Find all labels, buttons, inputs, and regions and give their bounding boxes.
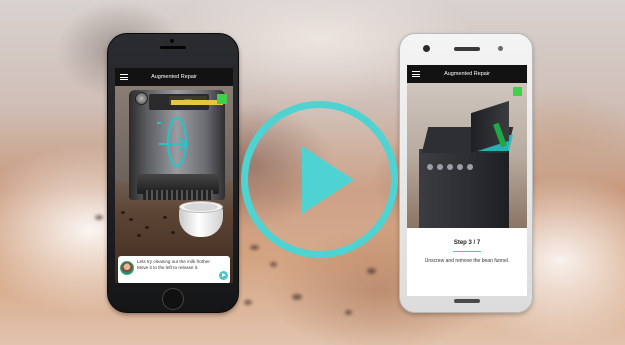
step-divider — [453, 251, 481, 252]
drip-tray — [143, 190, 213, 200]
coffee-bean — [163, 216, 167, 219]
coffee-bean — [137, 234, 141, 237]
ar-label — [171, 100, 223, 105]
earpiece-speaker — [454, 47, 480, 51]
coffee-bean-blur — [250, 245, 259, 250]
front-camera — [170, 39, 174, 43]
home-button[interactable] — [162, 288, 184, 310]
coffee-cup — [179, 201, 229, 241]
coffee-machine: ■■■ — [129, 90, 225, 200]
dial-knob — [135, 92, 148, 105]
coffee-bean-blur — [95, 215, 103, 220]
coffee-bean-blur — [345, 310, 352, 315]
app-bar: Augmented Repair — [407, 65, 527, 83]
machine-buttons — [427, 161, 479, 175]
app-bar: Augmented Repair — [115, 68, 233, 86]
pixel-device: Augmented Repair Step 3 / 7 Unscrew and … — [399, 33, 533, 313]
coffee-machine — [415, 100, 520, 239]
iphone-device: Augmented Repair ■■■ — [107, 33, 239, 313]
app-title: Augmented Repair — [444, 71, 490, 77]
coffee-bean — [121, 211, 125, 214]
coffee-bean-blur — [244, 300, 252, 305]
coffee-bean — [129, 218, 133, 221]
ar-marker-square — [217, 94, 227, 104]
chat-message: Lets try cleaning out the milk frother. … — [137, 259, 211, 270]
step-instruction: Unscrew and remove the bean funnel. — [424, 258, 510, 264]
assistant-avatar — [120, 261, 134, 275]
video-thumbnail[interactable]: Augmented Repair ■■■ — [0, 0, 625, 345]
play-icon[interactable] — [302, 146, 354, 214]
coffee-bean-blur — [292, 294, 302, 300]
coffee-bean — [145, 226, 149, 229]
ar-frother-overlay — [157, 117, 189, 167]
front-camera — [423, 45, 430, 52]
step-card: Step 3 / 7 Unscrew and remove the bean f… — [407, 228, 527, 296]
step-counter: Step 3 / 7 — [453, 240, 481, 246]
play-arrow-icon[interactable] — [219, 271, 228, 280]
coffee-bean — [171, 231, 175, 234]
iphone-screen: Augmented Repair ■■■ — [115, 68, 233, 283]
pixel-screen: Augmented Repair Step 3 / 7 Unscrew and … — [407, 65, 527, 296]
assistant-chat-bubble: Lets try cleaning out the milk frother. … — [118, 256, 230, 283]
coffee-bean-blur — [270, 262, 277, 267]
ar-camera-view — [407, 83, 527, 239]
ar-camera-view: ■■■ — [115, 86, 233, 283]
app-title: Augmented Repair — [151, 74, 197, 80]
coffee-bean-blur — [367, 268, 376, 274]
ar-marker-square — [513, 87, 522, 96]
proximity-sensor — [498, 46, 503, 51]
earpiece-speaker — [160, 46, 186, 49]
bottom-speaker — [454, 299, 480, 303]
